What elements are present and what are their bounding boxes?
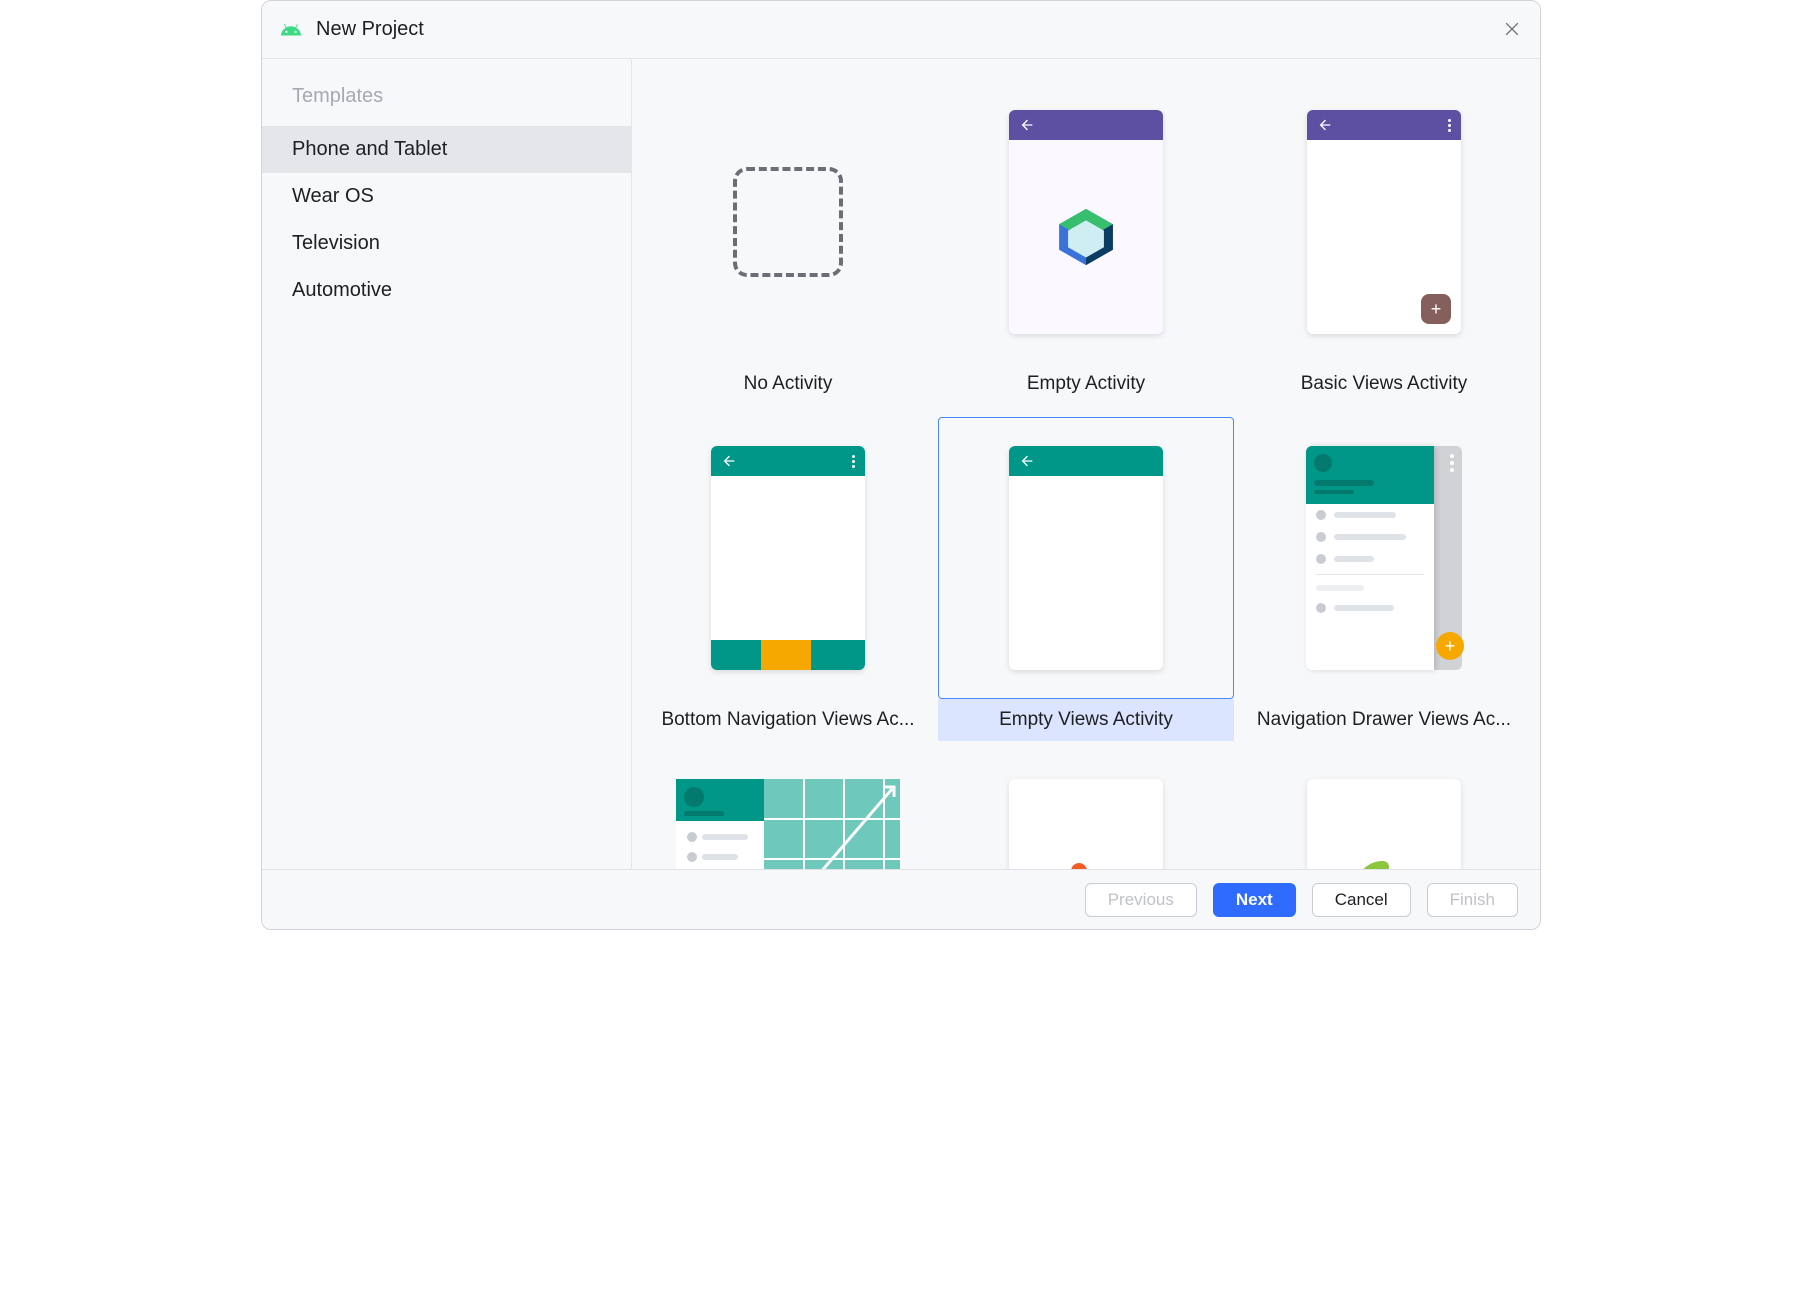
sidebar-item-wear-os[interactable]: Wear OS: [262, 173, 631, 220]
template-empty-views-activity[interactable]: Empty Views Activity: [938, 417, 1234, 741]
wizard-footer: Previous Next Cancel Finish: [262, 869, 1540, 929]
dialog-body: Templates Phone and Tablet Wear OS Telev…: [262, 59, 1540, 869]
template-category-sidebar: Templates Phone and Tablet Wear OS Telev…: [262, 59, 632, 869]
template-gallery: No Activity: [632, 59, 1540, 869]
template-thumb: +: [1236, 81, 1532, 363]
template-thumb: [938, 81, 1234, 363]
close-icon[interactable]: [1502, 19, 1522, 39]
template-grid: No Activity: [640, 81, 1532, 869]
tablet-mock: [676, 779, 900, 869]
appbar: [711, 446, 865, 476]
overflow-menu-icon: [1448, 119, 1451, 132]
cancel-button[interactable]: Cancel: [1312, 883, 1411, 917]
template-thumb: +: [1236, 417, 1532, 699]
appbar: [1307, 110, 1461, 140]
game-controller-icon: [1045, 861, 1127, 870]
template-navigation-drawer-views-activity[interactable]: + Navigation Drawer Views Ac...: [1236, 417, 1532, 741]
dashed-placeholder-icon: [733, 167, 843, 277]
template-thumb: [640, 417, 936, 699]
phone-mock: +: [1307, 110, 1461, 334]
template-label: Navigation Drawer Views Ac...: [1236, 699, 1532, 741]
nav-drawer: [1306, 446, 1434, 670]
back-arrow-icon: [1019, 453, 1035, 469]
template-thumb: [938, 417, 1234, 699]
cpp-icon: [1339, 859, 1429, 870]
sidebar-item-label: Television: [292, 232, 380, 254]
back-arrow-icon: [721, 453, 737, 469]
sidebar-item-television[interactable]: Television: [262, 220, 631, 267]
template-basic-views-activity[interactable]: + Basic Views Activity: [1236, 81, 1532, 405]
template-no-activity[interactable]: No Activity: [640, 81, 936, 405]
compose-logo-icon: [1009, 140, 1163, 334]
fab-plus-icon: +: [1421, 294, 1451, 324]
template-empty-activity[interactable]: Empty Activity: [938, 81, 1234, 405]
overflow-menu-icon: [852, 455, 855, 468]
sidebar-item-label: Wear OS: [292, 185, 374, 207]
previous-button: Previous: [1085, 883, 1197, 917]
template-thumb: [1236, 753, 1532, 869]
template-thumb: [640, 81, 936, 363]
sidebar-item-label: Phone and Tablet: [292, 138, 447, 160]
phone-mock: [1009, 779, 1163, 869]
bottom-nav-bar: [711, 640, 865, 670]
template-label: Basic Views Activity: [1236, 363, 1532, 405]
appbar: [1009, 446, 1163, 476]
sidebar-item-automotive[interactable]: Automotive: [262, 267, 631, 314]
template-label: No Activity: [640, 363, 936, 405]
template-thumb: [938, 753, 1234, 869]
template-responsive-views-activity[interactable]: [640, 753, 936, 869]
back-arrow-icon: [1019, 117, 1035, 133]
template-label: Empty Views Activity: [938, 699, 1234, 741]
phone-mock: [1009, 110, 1163, 334]
avatar-icon: [1314, 454, 1332, 472]
sidebar-item-phone-and-tablet[interactable]: Phone and Tablet: [262, 126, 631, 173]
back-arrow-icon: [1317, 117, 1333, 133]
window-title: New Project: [316, 18, 424, 41]
android-icon: [280, 19, 302, 41]
sidebar-item-label: Automotive: [292, 279, 392, 301]
bottom-nav-selected: [761, 640, 811, 670]
phone-mock: [1307, 779, 1461, 869]
sidebar-heading: Templates: [262, 85, 631, 126]
template-label: Bottom Navigation Views Ac...: [640, 699, 936, 741]
phone-mock: +: [1306, 446, 1462, 670]
overflow-menu-icon: [1450, 454, 1454, 472]
template-thumb: [640, 753, 936, 869]
next-button[interactable]: Next: [1213, 883, 1296, 917]
new-project-dialog: New Project Templates Phone and Tablet W…: [261, 0, 1541, 930]
template-game-activity[interactable]: [938, 753, 1234, 869]
phone-mock: [711, 446, 865, 670]
template-label: Empty Activity: [938, 363, 1234, 405]
finish-button: Finish: [1427, 883, 1518, 917]
appbar: [1009, 110, 1163, 140]
phone-mock: [1009, 446, 1163, 670]
template-bottom-navigation-views-activity[interactable]: Bottom Navigation Views Ac...: [640, 417, 936, 741]
fab-plus-icon: +: [1436, 632, 1464, 660]
template-native-cpp[interactable]: [1236, 753, 1532, 869]
titlebar: New Project: [262, 1, 1540, 59]
